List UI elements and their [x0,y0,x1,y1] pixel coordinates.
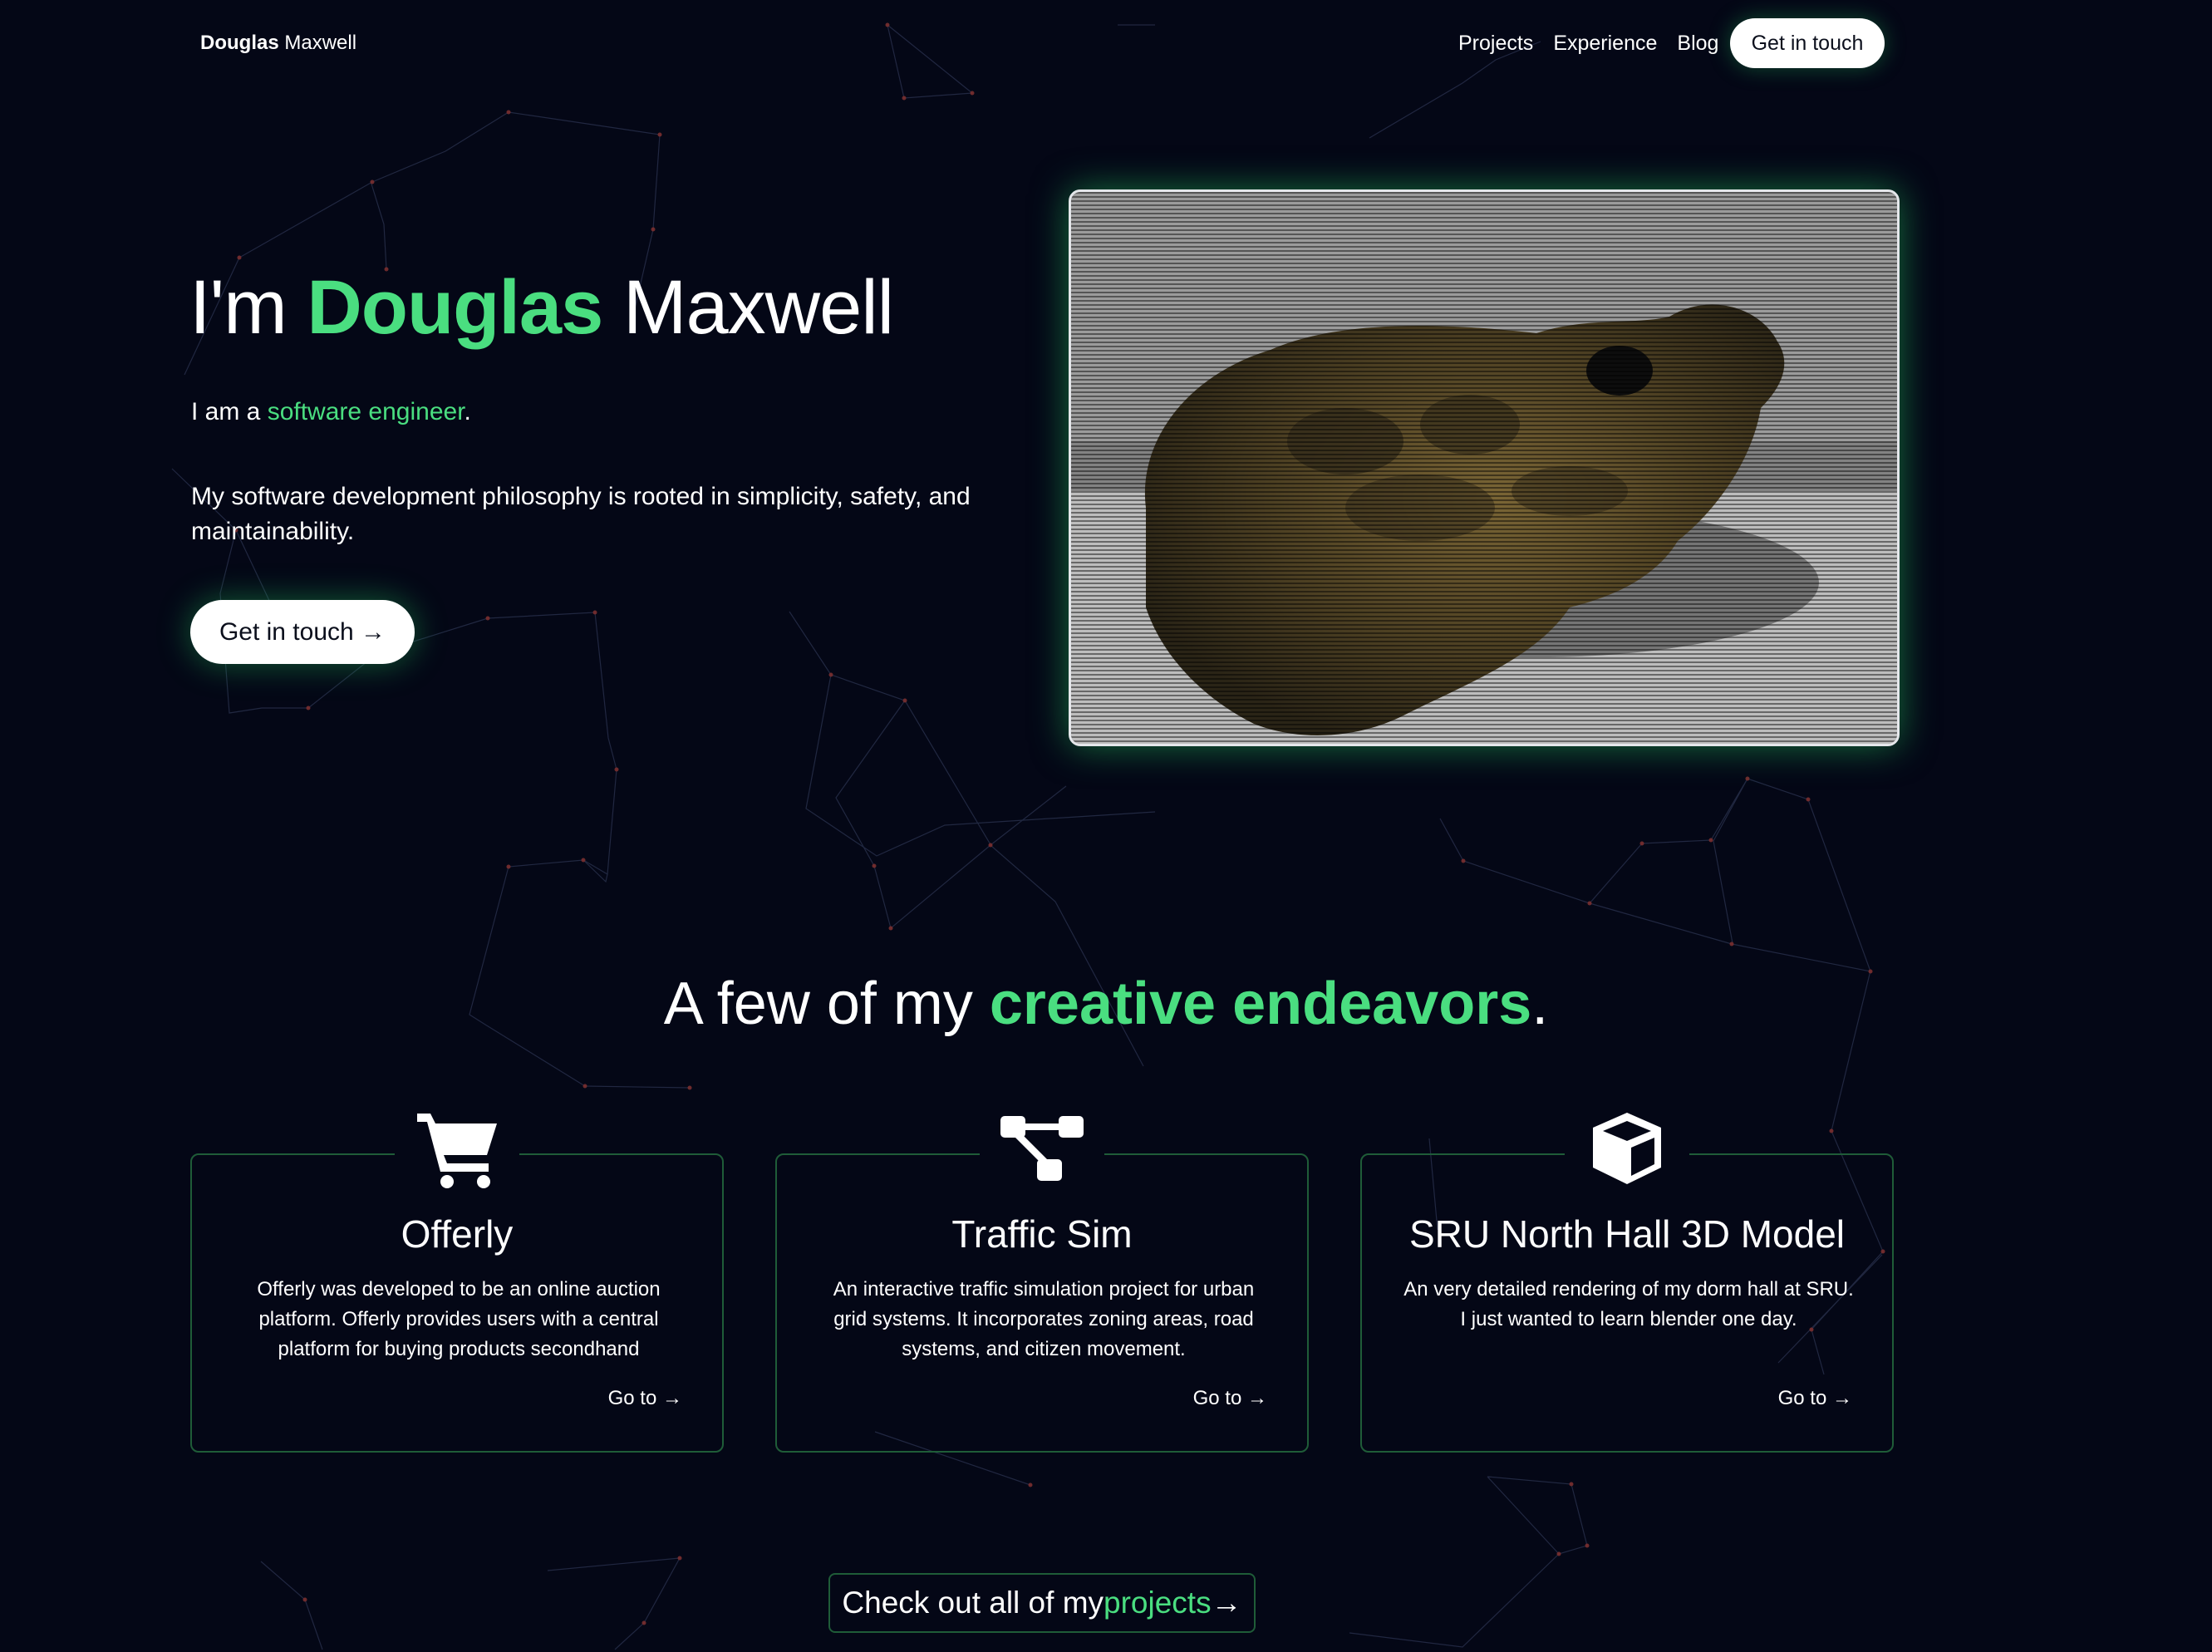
project-card-go-to-link[interactable]: Go to → [1778,1384,1852,1413]
project-card-go-to-link[interactable]: Go to → [1193,1384,1267,1413]
project-card-go-to-link[interactable]: Go to → [608,1384,682,1413]
brand-first-name: Douglas [200,32,279,54]
hero-philosophy: My software development philosophy is ro… [191,483,971,545]
project-card-sru-north-hall: SRU North Hall 3D Model An very detailed… [1360,1105,1894,1453]
project-card-description: An interactive traffic simulation projec… [833,1278,1255,1360]
nav-link-blog[interactable]: Blog [1677,28,1718,58]
project-card-title: SRU North Hall 3D Model [1408,1212,1846,1256]
nav-link-experience[interactable]: Experience [1553,28,1657,58]
main-nav: Projects Experience Blog [1458,28,1718,58]
network-diagram-icon [980,1105,1104,1192]
all-projects-button[interactable]: Check out all of my projects → [828,1573,1256,1633]
hero-role: I am a software engineer. [191,396,471,429]
all-projects-highlight: projects [1104,1586,1212,1620]
section-title-prefix: A few of my [663,971,990,1037]
all-projects-suffix: → [1211,1586,1242,1620]
hero-title-prefix: I'm [189,265,307,350]
nav-get-in-touch-button[interactable]: Get in touch [1730,18,1885,68]
nav-link-projects[interactable]: Projects [1458,28,1533,58]
project-card-traffic-sim: Traffic Sim An interactive traffic simul… [775,1105,1309,1453]
brand-logo[interactable]: Douglas Maxwell [200,30,356,57]
project-card-offerly: Offerly Offerly was developed to be an o… [190,1105,724,1453]
projects-section-title: A few of my creative endeavors. [0,964,2212,1044]
hero-role-highlight: software engineer [267,398,465,425]
section-title-suffix: . [1531,971,1549,1037]
hero-role-prefix: I am a [191,398,268,425]
hero-title-last-name: Maxwell [602,265,894,350]
project-card-title: Traffic Sim [951,1212,1133,1256]
brand-last-name: Maxwell [278,32,357,54]
shopping-cart-icon [395,1105,519,1192]
hero-get-in-touch-button[interactable]: Get in touch → [190,600,415,664]
hero-toad-image [1069,189,1900,746]
section-title-highlight: creative endeavors [989,971,1532,1037]
hero-title: I'm Douglas Maxwell [189,258,894,357]
project-card-description: Offerly was developed to be an online au… [257,1278,661,1360]
project-card-description: An very detailed rendering of my dorm ha… [1403,1278,1854,1330]
hero-role-suffix: . [464,398,471,425]
all-projects-prefix: Check out all of my [842,1586,1104,1620]
cube-icon [1565,1105,1689,1192]
project-card-title: Offerly [401,1212,514,1256]
hero-title-first-name: Douglas [307,265,603,350]
